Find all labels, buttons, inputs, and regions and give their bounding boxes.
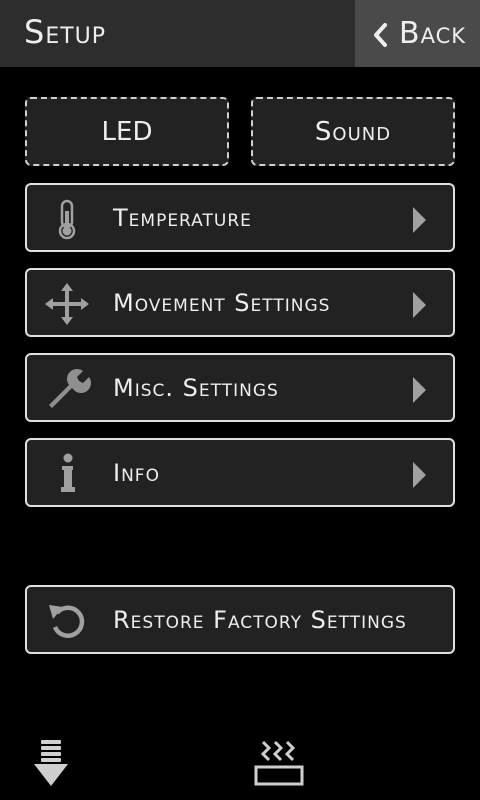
- temperature-button[interactable]: Temperature: [25, 183, 455, 252]
- led-button-label: LED: [101, 116, 153, 147]
- header-bar: Setup Back: [0, 0, 480, 67]
- page-title: Setup: [24, 13, 107, 51]
- thermometer-icon: [58, 199, 76, 240]
- led-button[interactable]: LED: [25, 97, 229, 166]
- restore-factory-settings-button[interactable]: Restore Factory Settings: [25, 585, 455, 654]
- misc-settings-button[interactable]: Misc. Settings: [25, 353, 455, 422]
- movement-settings-button[interactable]: Movement Settings: [25, 268, 455, 337]
- info-button[interactable]: Info: [25, 438, 455, 507]
- heated-bed-icon[interactable]: [253, 740, 305, 788]
- sound-button[interactable]: Sound: [251, 97, 455, 166]
- movement-settings-label: Movement Settings: [113, 288, 331, 317]
- chevron-right-icon: [413, 377, 426, 403]
- wrench-icon: [49, 369, 91, 408]
- info-icon: [61, 453, 75, 492]
- back-button-label: Back: [399, 16, 467, 51]
- back-button[interactable]: Back: [355, 0, 480, 67]
- extrude-icon[interactable]: [34, 740, 68, 788]
- move-arrows-icon: [45, 283, 89, 325]
- chevron-left-icon: [374, 23, 387, 47]
- sound-button-label: Sound: [314, 116, 392, 147]
- restore-icon: [49, 605, 85, 638]
- misc-settings-label: Misc. Settings: [113, 373, 279, 402]
- temperature-label: Temperature: [113, 203, 252, 232]
- chevron-right-icon: [413, 292, 426, 318]
- restore-factory-settings-label: Restore Factory Settings: [113, 605, 407, 634]
- chevron-right-icon: [413, 462, 426, 488]
- chevron-right-icon: [413, 207, 426, 233]
- info-label: Info: [113, 458, 160, 487]
